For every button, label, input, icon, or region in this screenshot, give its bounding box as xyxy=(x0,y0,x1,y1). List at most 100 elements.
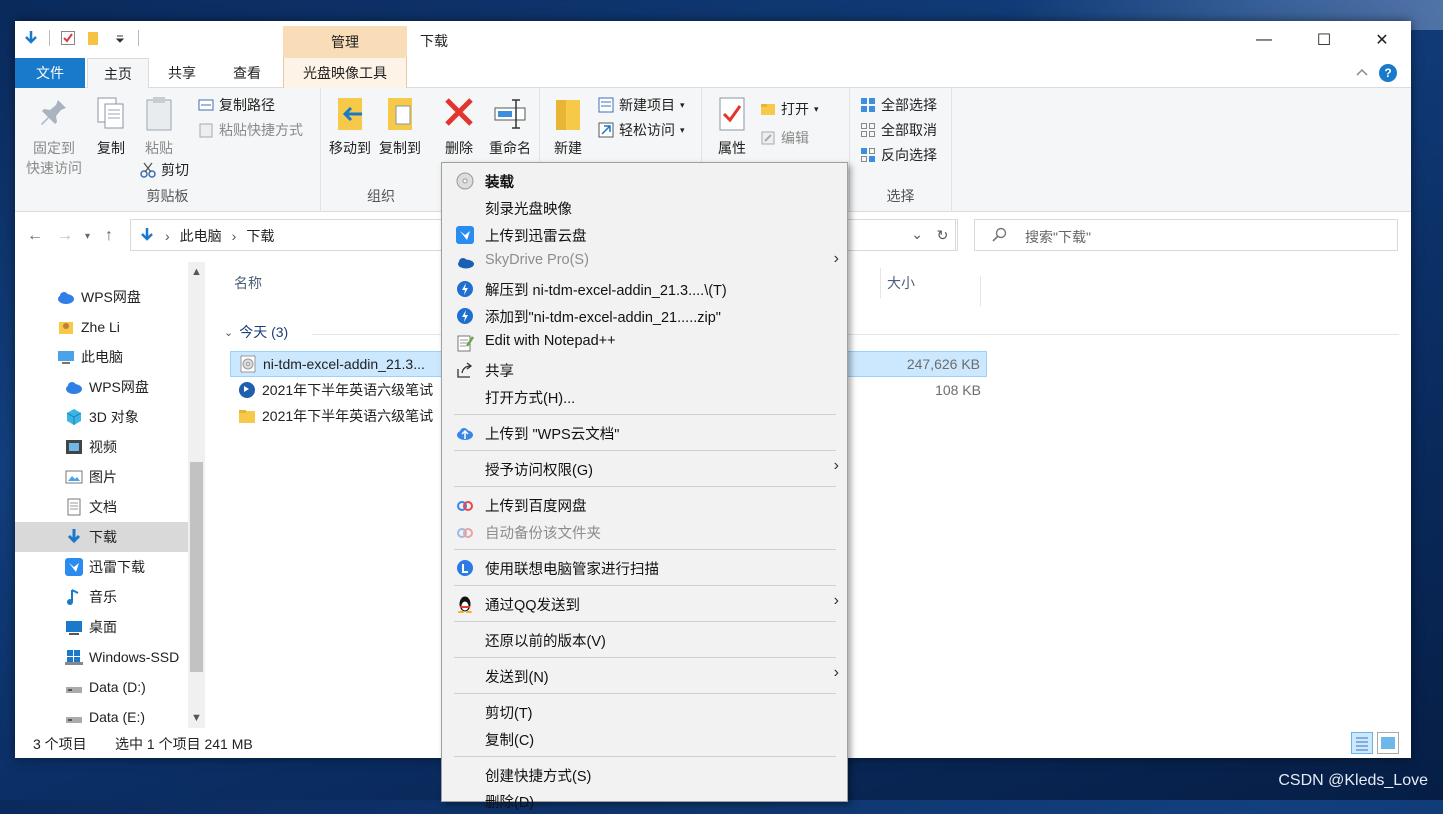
nav-item-videos[interactable]: 视频 xyxy=(15,432,188,462)
paste-button[interactable]: 粘贴 xyxy=(139,94,179,158)
menu-item-extract-to[interactable]: 解压到 ni-tdm-excel-addin_21.3....\(T) xyxy=(444,275,845,302)
nav-item-music[interactable]: 音乐 xyxy=(15,582,188,612)
menu-item-create-shortcut[interactable]: 创建快捷方式(S) xyxy=(444,761,845,788)
nav-item-thunder-downloads[interactable]: 迅雷下载 xyxy=(15,552,188,582)
group-header-today[interactable]: ⌄ 今天 (3) xyxy=(224,322,288,342)
tab-view[interactable]: 查看 xyxy=(219,58,275,88)
menu-item-add-to-zip[interactable]: 添加到"ni-tdm-excel-addin_21.....zip" xyxy=(444,302,845,329)
breadcrumb-downloads[interactable]: 下载 xyxy=(246,226,274,246)
menu-item-skydrive-pro[interactable]: SkyDrive Pro(S) › xyxy=(444,248,845,275)
nav-item-3d-objects[interactable]: 3D 对象 xyxy=(15,402,188,432)
tab-share[interactable]: 共享 xyxy=(155,58,209,88)
back-arrow-icon[interactable]: ← xyxy=(27,227,43,245)
breadcrumb-chevron-icon[interactable]: › xyxy=(232,228,237,244)
wps-cloud-upload-icon xyxy=(456,424,474,442)
easy-access-button[interactable]: 轻松访问 ▾ xyxy=(598,119,685,141)
details-view-icon[interactable] xyxy=(1351,732,1373,754)
select-none-button[interactable]: 全部取消 xyxy=(860,119,937,141)
customize-qat-icon[interactable] xyxy=(112,30,128,46)
menu-item-grant-access[interactable]: 授予访问权限(G) › xyxy=(444,455,845,482)
search-input[interactable]: 搜索"下载" xyxy=(974,219,1398,251)
forward-arrow-icon[interactable]: → xyxy=(57,227,73,245)
address-dropdown-icon[interactable]: ⌄ xyxy=(911,226,923,243)
new-folder-button[interactable]: 新建 xyxy=(546,94,590,158)
help-icon[interactable]: ? xyxy=(1379,64,1397,82)
csdn-watermark: CSDN @Kleds_Love xyxy=(1278,772,1428,789)
open-button[interactable]: 打开 ▾ xyxy=(760,98,819,120)
column-header-name[interactable]: 名称 xyxy=(234,268,262,298)
properties-check-icon[interactable] xyxy=(60,30,76,46)
minimize-button[interactable]: — xyxy=(1235,21,1293,58)
menu-item-send-to[interactable]: 发送到(N) › xyxy=(444,662,845,689)
nav-item-pictures[interactable]: 图片 xyxy=(15,462,188,492)
nav-item-wps-cloud[interactable]: WPS网盘 xyxy=(15,282,188,312)
select-all-button[interactable]: 全部选择 xyxy=(860,94,937,116)
nav-item-wps-cloud-2[interactable]: WPS网盘 xyxy=(15,372,188,402)
manage-contextual-tab[interactable]: 管理 xyxy=(283,26,407,58)
new-folder-icon[interactable] xyxy=(86,30,102,46)
copy-to-button[interactable]: 复制到 xyxy=(377,94,423,158)
menu-item-send-via-qq[interactable]: 通过QQ发送到 › xyxy=(444,590,845,617)
nav-item-desktop[interactable]: 桌面 xyxy=(15,612,188,642)
menu-item-burn-disc[interactable]: 刻录光盘映像 xyxy=(444,194,845,221)
menu-item-upload-thunder[interactable]: 上传到迅雷云盘 xyxy=(444,221,845,248)
paste-shortcut-button[interactable]: 粘贴快捷方式 xyxy=(198,119,303,141)
nav-item-this-pc[interactable]: 此电脑 xyxy=(15,342,188,372)
qat-divider xyxy=(49,30,50,46)
menu-label: 上传到迅雷云盘 xyxy=(485,229,587,245)
dropdown-arrow-icon: ▾ xyxy=(680,99,685,110)
maximize-button[interactable]: ☐ xyxy=(1295,21,1353,58)
tab-disc-image-tools[interactable]: 光盘映像工具 xyxy=(283,58,407,88)
cut-button[interactable]: 剪切 xyxy=(140,159,189,181)
cube-icon xyxy=(65,408,83,426)
properties-button[interactable]: 属性 xyxy=(712,94,752,158)
copy-path-button[interactable]: 复制路径 xyxy=(198,94,275,116)
menu-item-open-with[interactable]: 打开方式(H)... xyxy=(444,383,845,410)
menu-label: 还原以前的版本(V) xyxy=(485,634,606,650)
scroll-up-arrow-icon[interactable]: ▲ xyxy=(188,266,205,278)
nav-item-label: 3D 对象 xyxy=(89,409,139,425)
menu-item-upload-baidu[interactable]: 上传到百度网盘 xyxy=(444,491,845,518)
collapse-ribbon-icon[interactable] xyxy=(1355,66,1369,80)
nav-pane-scrollbar[interactable]: ▲ ▼ xyxy=(188,262,205,728)
delete-button[interactable]: 删除 xyxy=(439,94,479,158)
disc-icon xyxy=(456,172,474,190)
menu-item-edit-notepadpp[interactable]: Edit with Notepad++ xyxy=(444,329,845,356)
menu-item-lenovo-scan[interactable]: 使用联想电脑管家进行扫描 xyxy=(444,554,845,581)
close-button[interactable]: ✕ xyxy=(1353,21,1411,58)
breadcrumb-chevron-icon[interactable]: › xyxy=(165,228,170,244)
move-to-button[interactable]: 移动到 xyxy=(327,94,373,158)
tab-file[interactable]: 文件 xyxy=(15,58,85,88)
large-icons-view-icon[interactable] xyxy=(1377,732,1399,754)
nav-item-data-d[interactable]: Data (D:) xyxy=(15,672,188,702)
tab-home[interactable]: 主页 xyxy=(87,58,149,89)
recent-locations-icon[interactable]: ▾ xyxy=(85,231,90,242)
menu-item-delete[interactable]: 删除(D) xyxy=(444,787,845,814)
new-item-button[interactable]: 新建项目 ▾ xyxy=(598,94,685,116)
pin-quick-access-button[interactable]: 固定到 快速访问 xyxy=(23,94,85,178)
download-arrow-icon[interactable] xyxy=(23,30,39,46)
scrollbar-thumb[interactable] xyxy=(190,462,203,672)
group-collapse-icon[interactable]: ⌄ xyxy=(224,326,233,339)
menu-item-mount[interactable]: 装载 xyxy=(444,167,845,194)
nav-item-windows-ssd[interactable]: Windows-SSD xyxy=(15,642,188,672)
breadcrumb-this-pc[interactable]: 此电脑 xyxy=(180,226,222,246)
menu-item-auto-backup[interactable]: 自动备份该文件夹 xyxy=(444,518,845,545)
nav-item-documents[interactable]: 文档 xyxy=(15,492,188,522)
edit-button[interactable]: 编辑 xyxy=(760,127,809,149)
menu-item-restore-versions[interactable]: 还原以前的版本(V) xyxy=(444,626,845,653)
nav-item-downloads[interactable]: 下载 xyxy=(15,522,188,552)
copy-button[interactable]: 复制 xyxy=(91,94,131,158)
scroll-down-arrow-icon[interactable]: ▼ xyxy=(188,712,205,724)
up-arrow-icon[interactable]: ↑ xyxy=(105,227,113,245)
menu-item-upload-wps[interactable]: 上传到 "WPS云文档" xyxy=(444,419,845,446)
nav-item-zhe-li[interactable]: Zhe Li xyxy=(15,312,188,342)
invert-selection-button[interactable]: 反向选择 xyxy=(860,144,937,166)
nav-item-data-e[interactable]: Data (E:) xyxy=(15,702,188,728)
menu-item-share[interactable]: 共享 xyxy=(444,356,845,383)
menu-item-copy[interactable]: 复制(C) xyxy=(444,725,845,752)
column-header-size[interactable]: 大小 xyxy=(880,268,915,298)
menu-item-cut[interactable]: 剪切(T) xyxy=(444,698,845,725)
refresh-icon[interactable]: ↻ xyxy=(928,219,958,251)
rename-button[interactable]: 重命名 xyxy=(485,94,535,158)
